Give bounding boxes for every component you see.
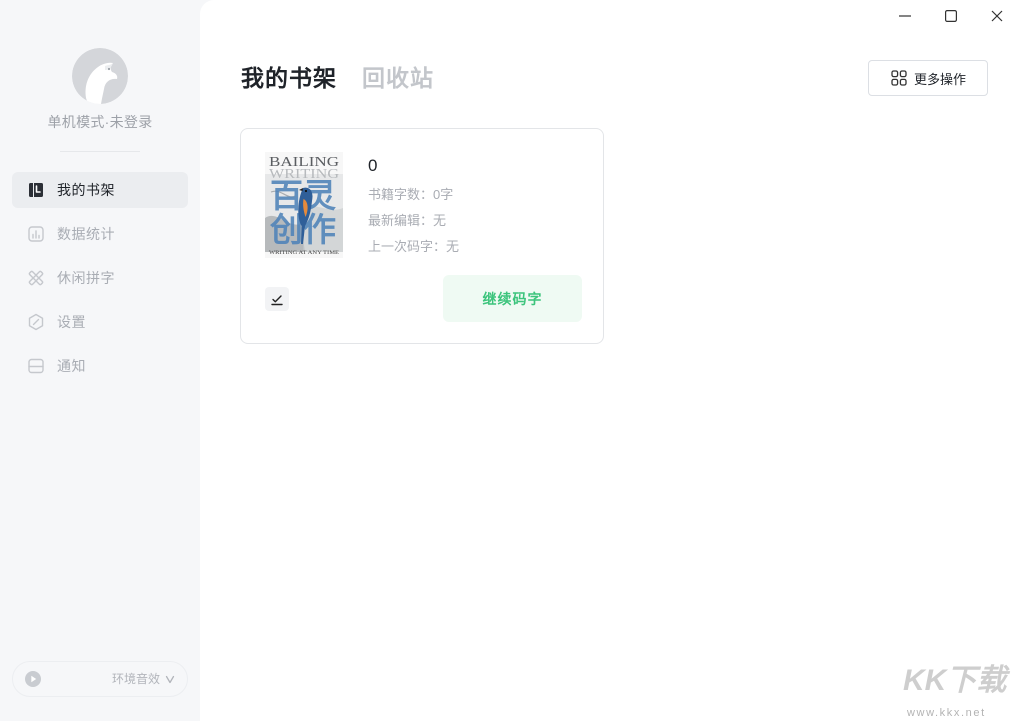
watermark-logo: KK下载	[903, 664, 1007, 697]
sidebar-item-label: 通知	[57, 358, 86, 374]
edit-book-button[interactable]	[265, 287, 289, 311]
book-card[interactable]: BAILING WRITING 百灵 创作 WRITING AT ANY TIM…	[240, 128, 604, 344]
book-word-count: 书籍字数：0字	[368, 187, 454, 202]
more-actions-button[interactable]: 更多操作	[868, 60, 988, 96]
more-actions-label: 更多操作	[914, 71, 967, 87]
cover-tagline: WRITING AT ANY TIME	[269, 250, 340, 256]
watermark-url: www.kkx.net	[907, 707, 986, 719]
sidebar-item-notifications[interactable]: 通知	[12, 348, 188, 384]
book-last-edit: 最新编辑：无	[368, 213, 447, 228]
sidebar-divider	[60, 151, 140, 152]
book-title: 0	[368, 156, 378, 175]
sidebar-item-label: 设置	[57, 314, 86, 330]
maximize-icon	[945, 10, 957, 22]
minimize-icon	[899, 15, 911, 17]
tab-recycle-bin[interactable]: 回收站	[362, 62, 434, 94]
continue-writing-button[interactable]: 继续码字	[443, 275, 582, 322]
chevron-down-icon	[165, 675, 175, 684]
sidebar-item-label: 我的书架	[57, 182, 115, 198]
settings-icon	[27, 313, 45, 331]
sidebar-item-statistics[interactable]: 数据统计	[12, 216, 188, 252]
sidebar-item-label: 休闲拼字	[57, 270, 115, 286]
sidebar-item-word-game[interactable]: 休闲拼字	[12, 260, 188, 296]
edit-icon	[271, 295, 283, 306]
minimize-button[interactable]	[890, 1, 920, 31]
mail-icon	[27, 357, 45, 375]
chart-icon	[27, 225, 45, 243]
grid-icon	[891, 70, 907, 86]
sidebar-item-label: 数据统计	[57, 226, 115, 242]
play-icon[interactable]	[25, 671, 41, 687]
sidebar-item-settings[interactable]: 设置	[12, 304, 188, 340]
tools-icon	[27, 269, 45, 287]
bird-avatar-icon	[72, 48, 128, 104]
avatar[interactable]	[72, 48, 128, 104]
ambient-sound-label: 环境音效	[112, 672, 161, 686]
bookshelf-icon	[27, 181, 45, 199]
close-icon	[991, 10, 1003, 22]
sidebar-item-bookshelf[interactable]: 我的书架	[12, 172, 188, 208]
close-button[interactable]	[982, 1, 1012, 31]
book-cover: BAILING WRITING 百灵 创作 WRITING AT ANY TIM…	[265, 152, 343, 258]
book-last-typing: 上一次码字：无	[368, 239, 460, 254]
main-panel: 我的书架 回收站 更多操作 BAILING WRITING 百灵 创作	[200, 0, 1020, 721]
maximize-button[interactable]	[936, 1, 966, 31]
sidebar: 单机模式·未登录 我的书架 数据统计 休闲拼字 设置 通知 环境音效	[0, 0, 200, 721]
ambient-sound-toggle[interactable]: 环境音效	[12, 661, 188, 697]
tab-bookshelf[interactable]: 我的书架	[241, 62, 337, 94]
user-status[interactable]: 单机模式·未登录	[0, 113, 200, 131]
